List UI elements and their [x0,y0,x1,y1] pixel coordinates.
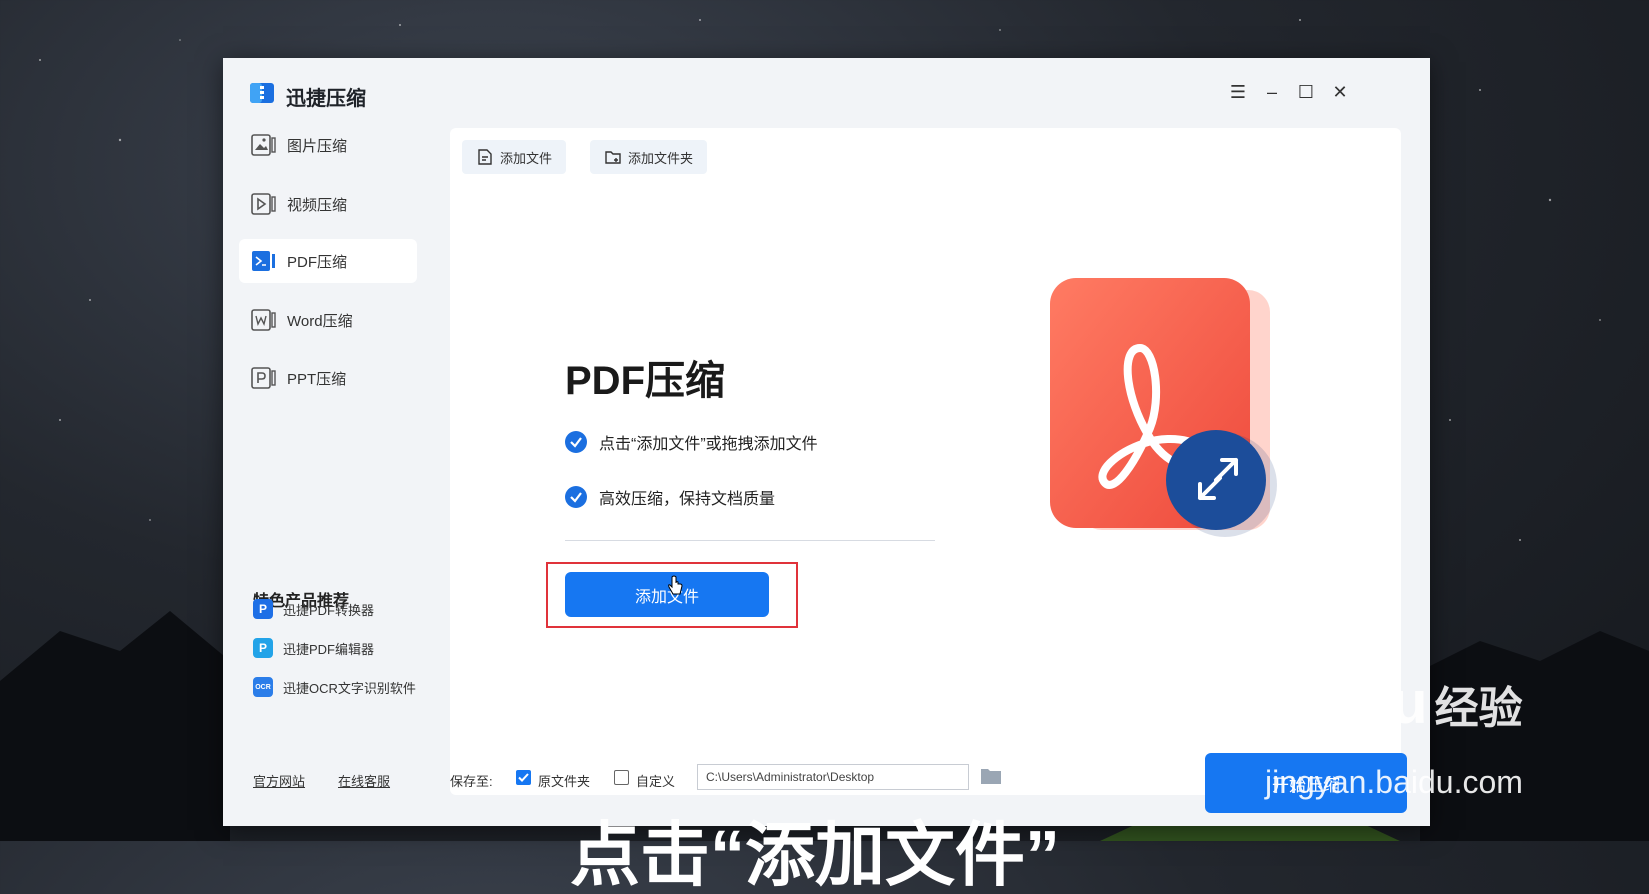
custom-folder-label: 自定义 [636,774,676,789]
original-folder-checkbox[interactable] [516,770,531,785]
custom-folder-checkbox[interactable] [614,770,629,785]
feature-text: 点击“添加文件”或拖拽添加文件 [599,436,818,453]
original-folder-label: 原文件夹 [538,774,591,789]
divider [565,540,935,541]
ppt-icon [251,367,276,389]
feature-quality: 高效压缩，保持文档质量 [565,485,775,509]
sidebar: 图片压缩 视频压缩 PDF压缩 Word压缩 PPT压缩 [223,122,423,802]
image-icon [251,134,276,156]
online-support-link[interactable]: 在线客服 [338,771,390,790]
promo-label: 迅捷PDF编辑器 [283,641,375,657]
pdf-editor-icon: P [253,638,273,658]
add-file-label: 添加文件 [500,150,553,166]
app-title: 迅捷压缩 [286,88,366,110]
app-window: 迅捷压缩 ☰ – ☐ ✕ 图片压缩 视频压缩 PDF压缩 Word压缩 PPT压… [223,58,1430,826]
folder-icon[interactable] [980,766,1002,786]
video-icon [251,193,276,215]
promo-pdf-converter[interactable]: P 迅捷PDF转换器 [253,599,374,619]
check-circle-icon [565,431,587,453]
add-folder-toolbar-button[interactable]: 添加文件夹 [590,140,708,174]
sidebar-item-label: PDF压缩 [287,253,348,271]
save-path-input[interactable] [697,764,969,790]
sidebar-item-video[interactable]: 视频压缩 [239,182,417,226]
baidu-watermark: Baidu 经验 [1265,668,1523,737]
sidebar-item-word[interactable]: Word压缩 [239,298,417,342]
sidebar-item-label: 图片压缩 [287,137,348,155]
word-icon [251,309,276,331]
sidebar-item-label: Word压缩 [287,312,353,330]
sidebar-item-image[interactable]: 图片压缩 [239,123,417,167]
check-circle-icon [565,486,587,508]
sidebar-item-label: 视频压缩 [287,196,348,214]
promo-pdf-editor[interactable]: P 迅捷PDF编辑器 [253,638,374,658]
watermark-logo: Baidu [1265,669,1428,736]
app-logo-icon [250,83,274,103]
hand-cursor-icon [668,575,683,595]
save-to-label: 保存至: [450,774,493,789]
add-folder-label: 添加文件夹 [628,150,694,166]
minimize-button[interactable]: – [1260,80,1284,104]
video-subtitle: 点击“添加文件” [570,816,1060,894]
add-folder-icon [605,151,621,164]
promo-label: 迅捷OCR文字识别软件 [283,680,416,696]
watermark-cn: 经验 [1434,684,1523,733]
pdf-compress-illustration [1050,278,1277,537]
menu-icon[interactable]: ☰ [1226,80,1250,104]
title-bar: 迅捷压缩 ☰ – ☐ ✕ [223,58,1430,122]
close-button[interactable]: ✕ [1328,80,1352,104]
pdf-icon [252,251,275,271]
sidebar-item-label: PPT压缩 [287,370,347,388]
add-file-toolbar-button[interactable]: 添加文件 [462,140,567,174]
promo-label: 迅捷PDF转换器 [283,602,375,618]
maximize-button[interactable]: ☐ [1294,80,1318,104]
pdf-converter-icon: P [253,599,273,619]
ocr-icon: OCR [253,677,273,697]
main-panel: 添加文件 添加文件夹 PDF压缩 点击“添加文件”或拖拽添加文件 高效压缩，保持… [450,128,1401,795]
watermark-url: jingyan.baidu.com [1265,764,1523,800]
sidebar-item-pdf[interactable]: PDF压缩 [239,239,417,283]
add-file-icon [478,149,492,165]
page-title: PDF压缩 [565,359,725,403]
sidebar-item-ppt[interactable]: PPT压缩 [239,356,417,400]
feature-drag-drop: 点击“添加文件”或拖拽添加文件 [565,430,818,454]
feature-text: 高效压缩，保持文档质量 [599,491,776,508]
promo-ocr[interactable]: OCR 迅捷OCR文字识别软件 [253,677,416,697]
official-website-link[interactable]: 官方网站 [253,771,305,790]
